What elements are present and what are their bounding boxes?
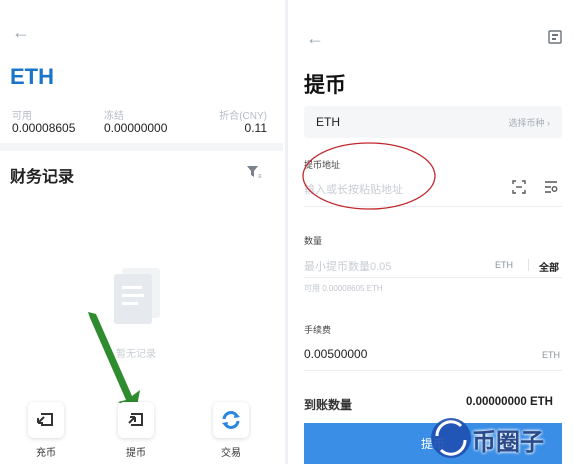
- trade-label: 交易: [221, 448, 241, 459]
- deposit-label: 充币: [36, 448, 56, 459]
- page-title: 提币: [304, 74, 346, 97]
- coin-selector[interactable]: ETH 选择币种 ›: [304, 106, 562, 138]
- withdraw-panel: ← 提币 ETH 选择币种 › 提币地址 输入或长按粘贴地址 数量 最小提币数量…: [290, 0, 573, 464]
- bottom-action-bar: 充币 提币 交易: [0, 398, 283, 464]
- deposit-button[interactable]: 充币: [16, 398, 76, 459]
- filter-icon[interactable]: ≡: [246, 165, 264, 179]
- svg-text:≡: ≡: [258, 174, 262, 179]
- cny-label: 折合(CNY): [219, 111, 267, 122]
- screen: ← ETH 可用 0.00008605 冻结 0.00000000 折合(CNY…: [0, 0, 573, 464]
- amount-input[interactable]: 最小提币数量0.05: [304, 258, 391, 274]
- available-label: 可用: [12, 111, 32, 122]
- amount-label: 数量: [304, 236, 323, 246]
- fee-underline: [304, 370, 562, 371]
- deposit-icon: [28, 402, 64, 438]
- trade-icon: [213, 402, 249, 438]
- frozen-value: 0.00000000: [104, 121, 168, 135]
- withdraw-all-button[interactable]: 全部: [539, 259, 559, 274]
- available-hint: 可用 0.00008605 ETH: [304, 284, 383, 293]
- cny-value: 0.11: [244, 121, 267, 135]
- amount-underline: [304, 277, 562, 278]
- scan-qr-icon[interactable]: [512, 180, 526, 194]
- annotation-ellipse: [302, 142, 436, 210]
- address-book-icon[interactable]: [544, 180, 558, 194]
- watermark-text: 币圈子: [472, 429, 544, 456]
- history-icon[interactable]: [548, 30, 562, 44]
- withdraw-button[interactable]: 提币: [106, 398, 166, 459]
- amount-unit: ETH: [495, 260, 513, 270]
- receive-label: 到账数量: [304, 398, 353, 412]
- amount-divider: [528, 259, 529, 271]
- asset-detail-panel: ← ETH 可用 0.00008605 冻结 0.00000000 折合(CNY…: [0, 0, 283, 464]
- section-separator: [0, 143, 283, 151]
- select-coin-link[interactable]: 选择币种 ›: [509, 116, 551, 129]
- panel-divider: [285, 0, 288, 464]
- coin-title: ETH: [10, 64, 54, 89]
- trade-button[interactable]: 交易: [201, 398, 261, 459]
- fee-label: 手续费: [304, 325, 332, 335]
- back-arrow-icon[interactable]: ←: [12, 22, 30, 43]
- withdraw-label: 提币: [126, 448, 146, 459]
- back-arrow-icon[interactable]: ←: [306, 28, 324, 49]
- fee-unit: ETH: [542, 350, 560, 360]
- coin-symbol: ETH: [316, 115, 340, 129]
- withdraw-icon: [118, 402, 154, 438]
- fee-value: 0.00500000: [304, 347, 368, 361]
- frozen-label: 冻结: [104, 111, 124, 122]
- records-title: 财务记录: [10, 169, 75, 186]
- available-value: 0.00008605: [12, 121, 76, 135]
